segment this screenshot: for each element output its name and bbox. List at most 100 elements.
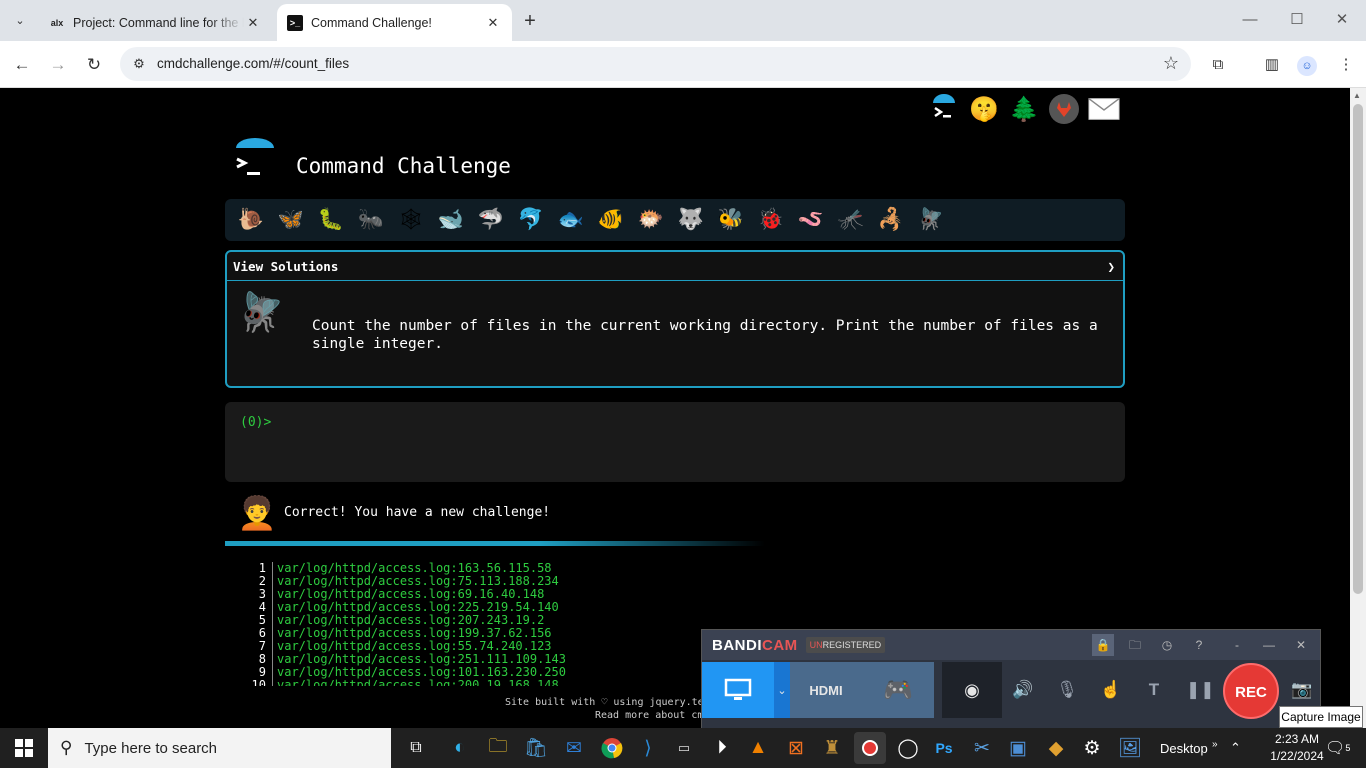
close-icon[interactable]: ✕ [1290,634,1312,656]
pause-icon[interactable]: ❚❚ [1186,676,1215,704]
new-tab-button[interactable]: + [518,10,542,34]
caterpillar-icon[interactable]: 🐛 [311,200,351,240]
minimize-icon[interactable]: — [1230,8,1270,32]
challenge-card: View Solutions ❯ 🪰 Count the number of f… [225,250,1125,388]
monitor-app-icon[interactable]: ▣ [1002,732,1034,764]
chevron-right-icon: ❯ [1107,258,1115,274]
footer-credit: Site built with ♡ using jquery.ter [505,697,710,708]
snail-icon[interactable]: 🐌 [231,200,271,240]
camera-capture-icon[interactable]: 📷 [1288,676,1316,704]
mail-app-icon[interactable]: ✉ [558,732,590,764]
game-mode-button[interactable]: 🎮 [862,662,934,718]
desktop-toolbar[interactable]: Desktop [1160,728,1208,768]
reload-icon[interactable]: ↻ [80,51,108,79]
xampp-icon[interactable]: ⊠ [780,732,812,764]
start-button[interactable] [0,728,48,768]
clock-icon[interactable]: ◷ [1156,634,1178,656]
browser-menu-icon[interactable]: ⋮ [1334,53,1358,77]
settings-icon[interactable]: ⚙ [1076,732,1108,764]
store-icon[interactable]: 🛍 [520,732,552,764]
maximize-icon[interactable]: ☐ [1277,8,1317,32]
tab-command-challenge[interactable]: >_ Command Challenge! ✕ [277,4,512,41]
hdmi-mode-button[interactable]: HDMI [790,662,862,718]
vlc-icon[interactable]: ▲ [742,732,774,764]
bandicam-window: BANDICAM UNREGISTERED 🔒 🗀 ◷ ? - — ✕ ⌄ HD… [701,629,1321,729]
folder-icon[interactable]: 🗀 [1124,634,1146,656]
dolphin-icon[interactable]: 🐬 [511,200,551,240]
speaker-icon[interactable]: 🔊 [1009,676,1037,704]
tab-project[interactable]: alx Project: Command line for the beginn… [39,4,272,41]
toolbar-expand-icon[interactable]: » [1212,724,1218,764]
view-solutions-toggle[interactable]: View Solutions ❯ [227,252,1123,281]
image-app-icon[interactable]: 🖼 [1114,732,1146,764]
vscode-icon[interactable]: ⟩ [632,732,664,764]
tree-icon[interactable]: 🌲 [1008,93,1040,125]
snipping-tool-icon[interactable]: ✂ [966,732,998,764]
gitlab-icon[interactable] [1048,93,1080,125]
unregistered-badge[interactable]: UNREGISTERED [805,637,886,653]
worm-icon[interactable]: 🪱 [791,200,831,240]
mosquito-icon[interactable]: 🦟 [831,200,871,240]
page-scrollbar[interactable]: ▲ ▼ [1350,88,1366,728]
forward-arrow-icon[interactable]: → [44,51,72,79]
terminal-logo-icon[interactable] [928,93,960,125]
git-app-icon[interactable]: ◆ [1040,732,1072,764]
taskbar-search[interactable]: ⚲ Type here to search [48,728,391,768]
profile-avatar-icon[interactable]: ☺ [1295,53,1319,77]
chevron-up-icon[interactable]: ⌃ [1230,728,1241,768]
media-player-icon[interactable]: ⏵ [706,732,738,764]
back-arrow-icon[interactable]: ← [8,51,36,79]
whale-icon[interactable]: 🐋 [431,200,471,240]
close-window-icon[interactable]: ✕ [1322,8,1362,32]
footer-read-more[interactable]: Read more about cmd [505,709,710,722]
blowfish-icon[interactable]: 🐡 [631,200,671,240]
extensions-icon[interactable]: ⧉ [1206,53,1230,77]
record-button[interactable]: REC [1223,663,1279,719]
url-text[interactable]: cmdchallenge.com/#/count_files [157,56,349,71]
edge-icon[interactable]: ◐ [444,732,476,764]
address-bar[interactable]: ⚙ cmdchallenge.com/#/count_files ☆ [120,47,1191,81]
scorpion-icon[interactable]: 🦂 [871,200,911,240]
helmet-app-icon[interactable]: ♜ [816,732,848,764]
screen-mode-button[interactable] [702,662,774,718]
webcam-icon[interactable]: ◉ [942,662,1002,718]
spider-web-icon[interactable]: 🕸 [391,200,431,240]
lock-icon[interactable]: 🔒 [1092,634,1114,656]
file-explorer-icon[interactable]: 🗀 [482,732,514,764]
tab-close-icon[interactable]: ✕ [484,14,502,32]
cursor-effect-icon[interactable]: ☝ [1097,676,1125,704]
bee-icon[interactable]: 🐝 [711,200,751,240]
shushing-face-icon[interactable]: 🤫 [968,93,1000,125]
side-panel-icon[interactable]: ▥ [1260,53,1284,77]
bandicam-taskbar-icon[interactable] [854,732,886,764]
notification-icon[interactable]: 🗨 5 [1325,728,1350,768]
terminal-app-icon[interactable]: ▭ [668,732,700,764]
tropical-fish-icon[interactable]: 🐠 [591,200,631,240]
scrollbar-thumb[interactable] [1353,104,1363,594]
fly-icon[interactable]: 🪰 [911,200,951,240]
task-view-icon[interactable]: ⧉ [400,732,432,764]
bookmark-star-icon[interactable]: ☆ [1163,53,1179,74]
command-input-terminal[interactable]: (0)> [225,402,1125,482]
scroll-up-icon[interactable]: ▲ [1353,91,1361,100]
microphone-icon[interactable]: 🎙 [1053,676,1081,704]
ladybug-icon[interactable]: 🐞 [751,200,791,240]
whatsapp-icon[interactable]: ◯ [892,732,924,764]
compact-icon[interactable]: - [1226,634,1248,656]
text-overlay-icon[interactable]: T [1140,676,1168,704]
minimize-icon[interactable]: — [1258,634,1280,656]
wolf-icon[interactable]: 🐺 [671,200,711,240]
chevron-down-icon[interactable]: ⌄ [774,662,790,718]
site-info-icon[interactable]: ⚙ [130,55,148,73]
fish-icon[interactable]: 🐟 [551,200,591,240]
chrome-icon[interactable] [596,732,628,764]
shark-icon[interactable]: 🦈 [471,200,511,240]
ant-icon[interactable]: 🐜 [351,200,391,240]
tab-close-icon[interactable]: ✕ [244,14,262,32]
photoshop-icon[interactable]: Ps [928,732,960,764]
mail-icon[interactable] [1088,93,1120,125]
tab-search-icon[interactable]: ⌄ [9,9,31,31]
butterfly-icon[interactable]: 🦋 [271,200,311,240]
help-icon[interactable]: ? [1188,634,1210,656]
system-clock[interactable]: 2:23 AM 1/22/2024 [1265,731,1329,765]
